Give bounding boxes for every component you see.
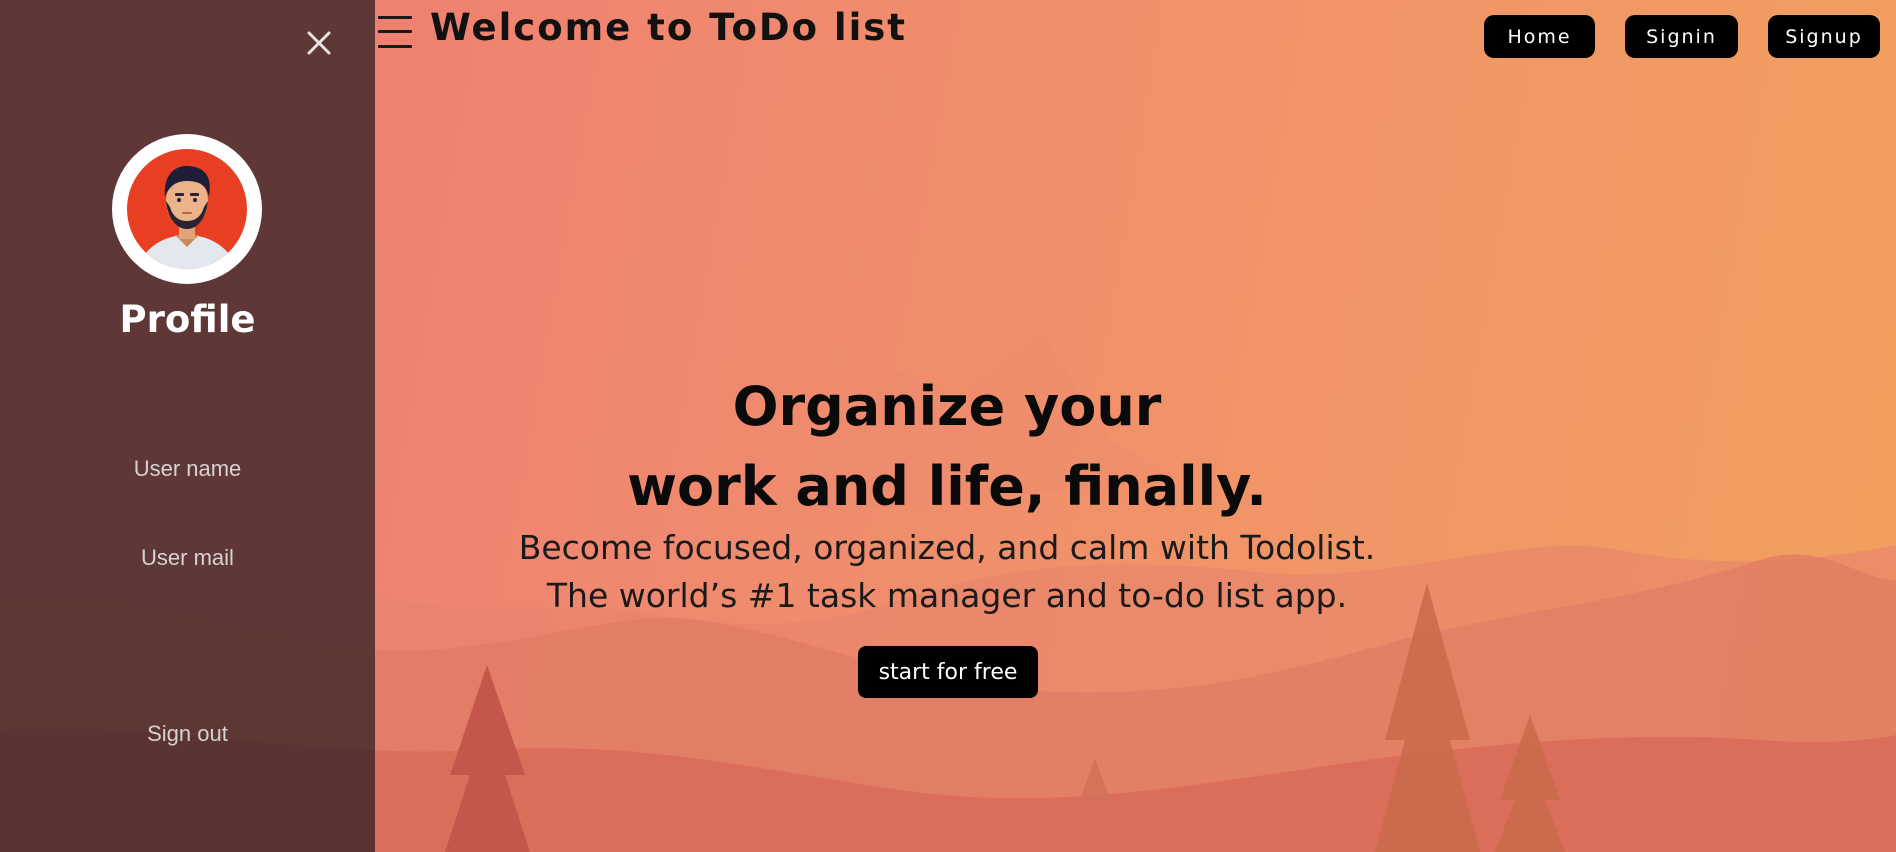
- start-for-free-button[interactable]: start for free: [858, 646, 1038, 698]
- signup-button[interactable]: Signup: [1768, 15, 1880, 58]
- hero-subtitle-line2: The world’s #1 task manager and to-do li…: [546, 576, 1348, 615]
- site-title: Welcome to ToDo list: [430, 6, 907, 49]
- profile-sidebar: Profile User name User mail Sign out: [0, 0, 375, 852]
- profile-title: Profile: [119, 298, 256, 341]
- hero-title-line2: work and life, finally.: [627, 455, 1267, 518]
- user-name-label: User name: [133, 456, 242, 481]
- signin-button[interactable]: Signin: [1625, 15, 1738, 58]
- user-mail-label: User mail: [141, 545, 234, 570]
- avatar: [112, 134, 262, 284]
- hero-title: Organize your work and life, finally.: [447, 367, 1447, 527]
- user-avatar-icon: [127, 149, 247, 269]
- close-icon[interactable]: [304, 28, 334, 58]
- sign-out-link[interactable]: Sign out: [0, 721, 375, 747]
- hero-subtitle-line1: Become focused, organized, and calm with…: [518, 528, 1376, 567]
- home-button[interactable]: Home: [1484, 15, 1595, 58]
- hero-title-line1: Organize your: [732, 375, 1162, 438]
- page: Welcome to ToDo list Home Signin Signup …: [0, 0, 1896, 852]
- hero-subtitle: Become focused, organized, and calm with…: [447, 524, 1447, 620]
- hamburger-menu-icon[interactable]: [378, 14, 412, 50]
